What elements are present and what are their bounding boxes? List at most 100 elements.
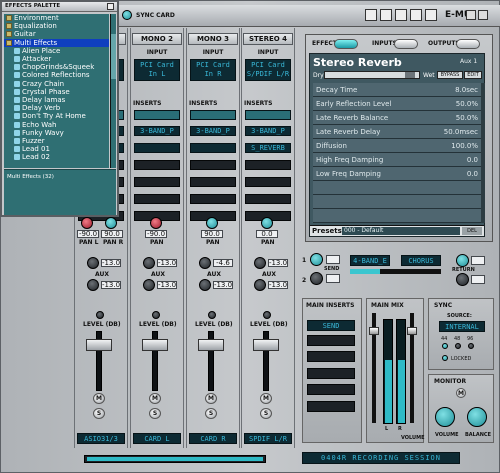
- pan-knob[interactable]: [206, 217, 218, 229]
- palette-effect-item[interactable]: Fuzzer: [4, 137, 109, 145]
- pan-value[interactable]: 90.0: [201, 230, 223, 238]
- bypass-button[interactable]: BYPASS: [437, 71, 463, 79]
- palette-effect-item[interactable]: Funky Wavy: [4, 129, 109, 137]
- palette-category[interactable]: Guitar: [4, 30, 109, 38]
- insert-slot-empty[interactable]: [245, 160, 291, 170]
- patch-icon[interactable]: [410, 9, 422, 21]
- effect-parameter-row[interactable]: Late Reverb Delay 50.0msec: [313, 125, 481, 139]
- main-insert-slot-4[interactable]: [307, 368, 355, 379]
- palette-effect-item[interactable]: Alien Place: [4, 47, 109, 55]
- aux-1-value[interactable]: -13.0: [101, 259, 121, 267]
- strip-scrollbar[interactable]: [84, 455, 266, 463]
- insert-slot-empty[interactable]: [134, 177, 180, 187]
- parameter-value[interactable]: 0.0: [467, 170, 478, 178]
- strip-name-display[interactable]: CARD L: [133, 433, 181, 444]
- pan-right-value[interactable]: 90.0: [101, 230, 123, 238]
- main-insert-slot-2[interactable]: [307, 335, 355, 346]
- mute-button[interactable]: M: [205, 393, 217, 404]
- palette-effect-item[interactable]: Delay Verb: [4, 104, 109, 112]
- send-1-value[interactable]: [326, 255, 340, 264]
- mute-button[interactable]: M: [149, 393, 161, 404]
- aux-1-value[interactable]: -13.0: [157, 259, 177, 267]
- aux-1-value[interactable]: -4.6: [213, 259, 233, 267]
- palette-effect-item[interactable]: Crazy Chain: [4, 80, 109, 88]
- main-insert-slot-1[interactable]: SEND: [307, 320, 355, 331]
- effect-parameter-row[interactable]: High Freq Damping 0.0: [313, 153, 481, 167]
- palette-titlebar[interactable]: EFFECTS PALETTE: [2, 2, 117, 12]
- palette-effect-item[interactable]: Delay lamas: [4, 96, 109, 104]
- palette-effect-item[interactable]: Crystal Phase: [4, 88, 109, 96]
- palette-category[interactable]: Environment: [4, 14, 109, 22]
- edit-button[interactable]: EDIT: [464, 71, 482, 79]
- aux-1-knob[interactable]: [254, 257, 266, 269]
- level-fader-cap[interactable]: [198, 339, 224, 351]
- send-2-value[interactable]: [326, 274, 340, 283]
- insert-slot-1[interactable]: 3-BAND_P: [134, 126, 180, 136]
- parameter-value[interactable]: 8.0sec: [455, 86, 478, 94]
- rate-48-radio[interactable]: [455, 343, 461, 349]
- settings-icon[interactable]: [395, 9, 407, 21]
- palette-effect-item[interactable]: Lead 01: [4, 145, 109, 153]
- return-2-knob[interactable]: [456, 273, 469, 286]
- send-eq-slot[interactable]: 4-BAND_E: [350, 255, 390, 266]
- folder-icon[interactable]: [365, 9, 377, 21]
- palette-effect-item[interactable]: ChopGrinds&Squeek: [4, 63, 109, 71]
- insert-slot-empty[interactable]: [245, 194, 291, 204]
- mute-button[interactable]: M: [260, 393, 272, 404]
- palette-scrollbar[interactable]: [110, 14, 116, 168]
- insert-slot-1[interactable]: 3-BAND_P: [190, 126, 236, 136]
- solo-button[interactable]: S: [205, 408, 217, 419]
- palette-category[interactable]: Equalization: [4, 22, 109, 30]
- aux-2-knob[interactable]: [199, 279, 211, 291]
- sync-source-select[interactable]: INTERNAL: [439, 321, 485, 332]
- palette-close-icon[interactable]: [107, 3, 114, 10]
- input-select[interactable]: PCI Card In R: [190, 59, 236, 81]
- parameter-value[interactable]: 0.0: [467, 156, 478, 164]
- rate-44-radio[interactable]: [442, 343, 448, 349]
- mute-button[interactable]: M: [93, 393, 105, 404]
- dry-wet-slider[interactable]: [324, 71, 420, 79]
- insert-slot-empty[interactable]: [134, 160, 180, 170]
- main-mix-fader-cap[interactable]: [369, 327, 379, 335]
- tab-inputs[interactable]: [394, 39, 418, 49]
- input-select[interactable]: PCI Card In L: [134, 59, 180, 81]
- strip-name-display[interactable]: SPDIF L/R: [244, 433, 292, 444]
- pan-knob[interactable]: [150, 217, 162, 229]
- insert-slot-empty[interactable]: [245, 177, 291, 187]
- info-icon[interactable]: [425, 9, 437, 21]
- pan-left-value[interactable]: -90.0: [77, 230, 99, 238]
- parameter-value[interactable]: 100.0%: [451, 142, 478, 150]
- effect-parameter-row[interactable]: Late Reverb Balance 50.0%: [313, 111, 481, 125]
- parameter-value[interactable]: 50.0%: [456, 100, 478, 108]
- pan-value[interactable]: 0.0: [256, 230, 278, 238]
- aux-1-knob[interactable]: [87, 257, 99, 269]
- pan-value[interactable]: -90.0: [145, 230, 167, 238]
- pan-left-knob[interactable]: [81, 217, 93, 229]
- send-1-knob[interactable]: [310, 253, 323, 266]
- send-2-knob[interactable]: [310, 272, 323, 285]
- insert-slot-1[interactable]: 3-BAND_P: [245, 126, 291, 136]
- aux-1-knob[interactable]: [199, 257, 211, 269]
- pan-right-knob[interactable]: [105, 217, 117, 229]
- effect-parameter-row[interactable]: Early Reflection Level 50.0%: [313, 97, 481, 111]
- aux-2-value[interactable]: -13.0: [101, 281, 121, 289]
- param-scrollbar[interactable]: [481, 83, 485, 223]
- aux-2-knob[interactable]: [254, 279, 266, 291]
- level-fader-cap[interactable]: [142, 339, 168, 351]
- return-1-knob[interactable]: [456, 254, 469, 267]
- input-select[interactable]: PCI Card S/PDIF L/R: [245, 59, 291, 81]
- palette-effect-item[interactable]: Don't Try At Home: [4, 112, 109, 120]
- strip-name-display[interactable]: CARD R: [189, 433, 237, 444]
- monitor-volume-knob[interactable]: [435, 407, 455, 427]
- monitor-mute-button[interactable]: M: [456, 388, 466, 398]
- palette-effect-item[interactable]: Attacker: [4, 55, 109, 63]
- preset-select[interactable]: 000 - Default: [342, 227, 460, 235]
- solo-button[interactable]: S: [149, 408, 161, 419]
- insert-slot-2[interactable]: [190, 143, 236, 153]
- save-icon[interactable]: [380, 9, 392, 21]
- send-chorus-slot[interactable]: CHORUS: [401, 255, 441, 266]
- effect-parameter-row[interactable]: Low Freq Damping 0.0: [313, 167, 481, 181]
- close-icon[interactable]: [478, 10, 488, 20]
- palette-effect-item[interactable]: Lead 02: [4, 153, 109, 161]
- volume-fader-cap[interactable]: [407, 327, 417, 335]
